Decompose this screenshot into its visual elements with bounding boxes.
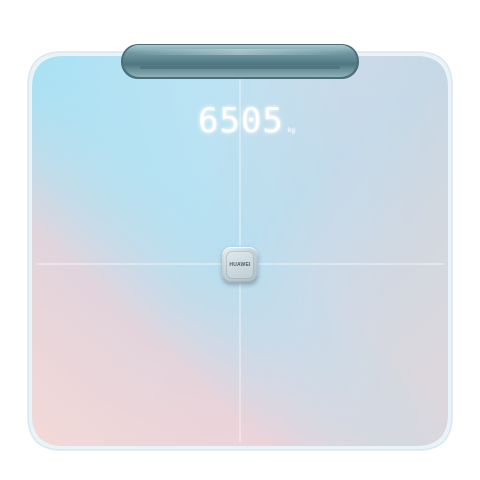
brand-badge-face: HUAWEI xyxy=(226,251,254,279)
weight-display: 6505 kg xyxy=(198,98,298,138)
product-image: 6505 kg HUAWEI xyxy=(0,0,480,480)
brand-badge: HUAWEI xyxy=(222,247,258,283)
weight-reading: 6505 xyxy=(198,101,284,141)
scale-handle xyxy=(121,44,359,79)
weight-unit: kg xyxy=(287,127,296,134)
brand-logo-text: HUAWEI xyxy=(229,262,251,268)
smart-scale xyxy=(27,44,453,451)
